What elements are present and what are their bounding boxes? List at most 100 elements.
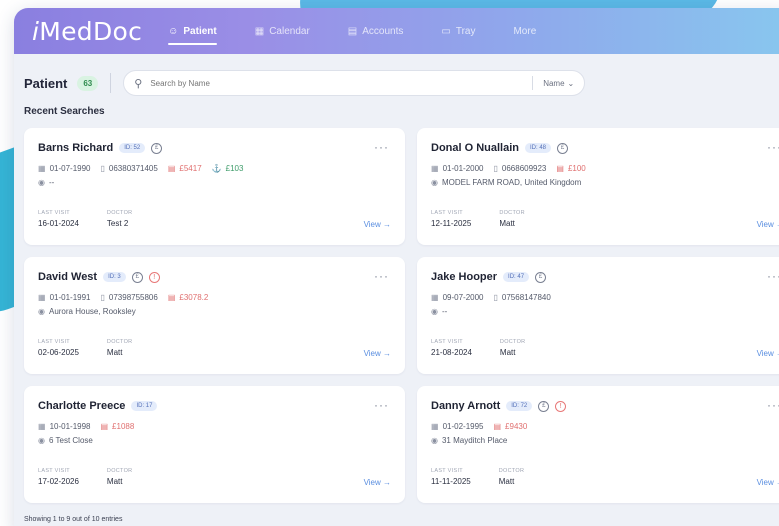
pagination-summary: Showing 1 to 9 out of 10 entries [24,516,123,523]
location-pin-icon: ◉ [431,307,438,316]
view-patient-link[interactable]: View → [757,478,779,487]
balance-due: £3078.2 [179,293,209,302]
location-pin-icon: ◉ [38,436,45,445]
divider [532,76,534,90]
phone-number: 07568147840 [501,293,551,302]
last-visit-label: LAST VISIT [38,468,70,474]
patient-name[interactable]: Donal O Nuallain [431,142,519,154]
nav-accounts[interactable]: ▤ Accounts [348,8,404,54]
calendar-icon: ▦ [254,25,265,37]
phone-number: 06380371405 [108,164,158,173]
patient-id-badge: ID: 72 [506,401,533,411]
address: Aurora House, Rooksley [48,307,136,316]
top-navigation-bar: iMedDoc ☺ Patient ▦ Calendar ▤ Accounts … [14,8,779,54]
sort-select[interactable]: Name ⌄ [543,79,574,88]
patient-card[interactable]: Danny Arnott ID: 72 £ ! ··· ▦01-02-1995 … [417,386,779,503]
app-window: iMedDoc ☺ Patient ▦ Calendar ▤ Accounts … [14,8,779,526]
doctor-label: DOCTOR [106,339,133,345]
doctor-label: DOCTOR [499,210,525,216]
pound-icon: £ [535,271,547,283]
balance-due: £1088 [112,422,135,431]
balance-due: £100 [567,164,586,173]
nav-more[interactable]: More [513,8,536,54]
more-options-icon[interactable]: ··· [374,140,389,154]
last-visit-date: 11-11-2025 [431,477,471,486]
patient-id-badge: ID: 3 [103,272,126,282]
address: -- [48,178,55,187]
patient-name[interactable]: Charlotte Preece [38,400,125,412]
location-pin-icon: ◉ [431,436,438,445]
address: -- [441,307,448,316]
patient-card[interactable]: Donal O Nuallain ID: 48 £ ··· ▦01-01-200… [417,128,779,245]
view-patient-link[interactable]: View → [364,220,391,229]
date-of-birth: 01-01-1991 [49,293,91,302]
last-visit-date: 02-06-2025 [38,348,79,357]
calendar-icon: ▦ [38,422,46,431]
search-box[interactable]: ⚲ Name ⌄ [123,70,586,96]
phone-icon: ▯ [493,293,498,302]
date-of-birth: 01-01-2000 [442,164,484,173]
patient-card[interactable]: Charlotte Preece ID: 17 ··· ▦ 10-01-1998 … [24,386,405,503]
more-options-icon[interactable]: ··· [767,269,779,283]
date-of-birth: 01-02-1995 [442,422,484,431]
phone-number: 0668609923 [501,164,547,173]
patient-card[interactable]: David West ID: 3 £ ! ··· ▦ 01-01-1991 ▯ 07… [24,257,405,374]
wallet-icon: ▤ [493,422,502,431]
alert-icon: ! [555,400,567,412]
balance-due: £9430 [505,422,528,431]
last-visit-date: 17-02-2026 [38,477,79,486]
patient-card[interactable]: Barns Richard ID: 52 £ ··· ▦ 01-07-1990 ▯… [24,128,405,245]
patient-name[interactable]: Jake Hooper [431,271,497,283]
nav-patient[interactable]: ☺ Patient [168,8,217,54]
pound-icon: £ [151,142,163,154]
patient-id-badge: ID: 17 [131,401,158,411]
phone-icon: ▯ [100,164,105,173]
more-options-icon[interactable]: ··· [767,398,779,412]
nav-tray[interactable]: ▭ Tray [441,8,475,54]
more-options-icon[interactable]: ··· [374,398,389,412]
more-options-icon[interactable]: ··· [374,269,389,283]
page-title: Patient [24,75,68,91]
wallet-icon: ▤ [167,293,176,302]
view-patient-link[interactable]: View → [757,349,779,358]
calendar-icon: ▦ [431,293,439,302]
last-visit-label: LAST VISIT [38,210,70,216]
view-patient-link[interactable]: View → [364,478,391,487]
address: 6 Test Close [48,436,93,445]
location-pin-icon: ◉ [38,307,45,316]
section-heading-recent: Recent Searches [24,106,105,117]
search-icon: ⚲ [134,77,143,90]
nav-calendar[interactable]: ▦ Calendar [255,8,310,54]
doctor-label: DOCTOR [106,210,133,216]
patient-name[interactable]: David West [38,271,97,283]
doctor-name: Matt [498,477,515,486]
doctor-label: DOCTOR [498,468,525,474]
last-visit-date: 21-08-2024 [431,348,472,357]
last-visit-label: LAST VISIT [431,339,463,345]
address: MODEL FARM ROAD, United Kingdom [441,178,582,187]
wallet-icon: ▤ [167,164,176,173]
wallet-icon: ▤ [556,164,564,173]
doctor-label: DOCTOR [499,339,526,345]
pound-icon: £ [557,142,569,154]
patient-card[interactable]: Jake Hooper ID: 47 £ ··· ▦09-07-2000 ▯07… [417,257,779,374]
more-options-icon[interactable]: ··· [767,140,779,154]
app-logo[interactable]: iMedDoc [32,17,142,46]
view-patient-link[interactable]: View → [757,220,779,229]
alert-icon: ! [148,271,160,283]
credit-amount: £103 [225,164,244,173]
doctor-label: DOCTOR [106,468,133,474]
phone-icon: ▯ [493,164,498,173]
doctor-name: Matt [499,219,515,228]
patient-id-badge: ID: 47 [503,272,530,282]
patient-card-grid: Barns Richard ID: 52 £ ··· ▦ 01-07-1990 ▯… [24,128,779,503]
view-patient-link[interactable]: View → [364,349,391,358]
last-visit-date: 12-11-2025 [431,219,472,228]
doctor-name: Matt [106,477,123,486]
search-input[interactable] [150,78,523,88]
patient-name[interactable]: Danny Arnott [431,400,500,412]
date-of-birth: 09-07-2000 [442,293,484,302]
date-of-birth: 10-01-1998 [49,422,91,431]
divider [110,73,112,93]
patient-name[interactable]: Barns Richard [38,142,113,154]
